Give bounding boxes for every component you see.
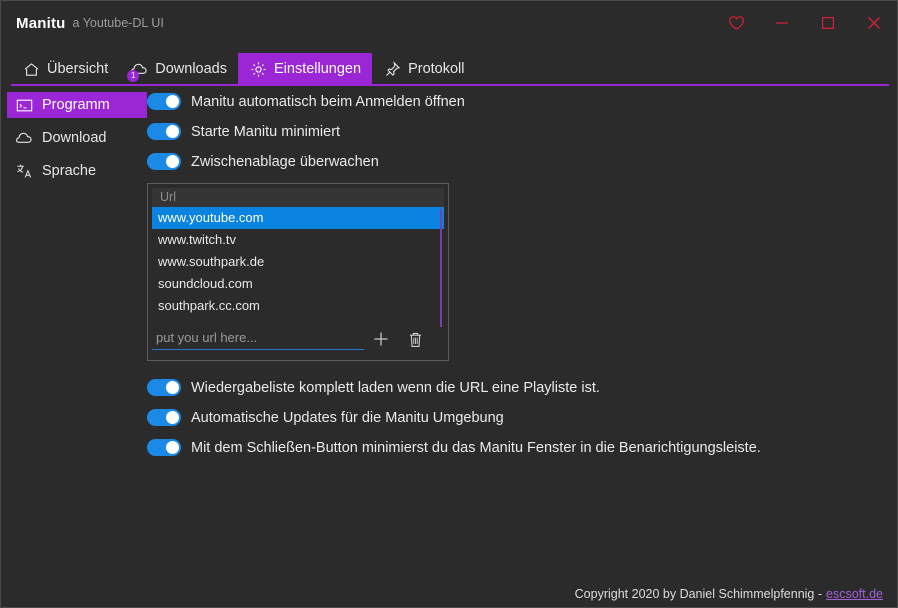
home-icon [22, 60, 40, 78]
toggle-load-playlist[interactable] [147, 379, 181, 396]
list-item[interactable]: soundcloud.com [152, 273, 444, 295]
url-list-box: Url www.youtube.com www.twitch.tv www.so… [147, 183, 449, 361]
settings-sidebar: Programm Download Sprache [7, 92, 141, 191]
sidebar-item-label: Download [42, 130, 107, 146]
cloud-icon [15, 129, 33, 147]
settings-panel: Manitu automatisch beim Anmelden öffnen … [147, 89, 889, 465]
gear-icon [249, 60, 267, 78]
sidebar-item-download[interactable]: Download [7, 125, 141, 151]
option-label: Zwischenablage überwachen [191, 154, 379, 170]
option-label: Mit dem Schließen-Button minimierst du d… [191, 440, 761, 456]
console-icon [15, 96, 33, 114]
app-subtitle: a Youtube-DL UI [73, 16, 164, 30]
option-row-load-playlist[interactable]: Wiedergabeliste komplett laden wenn die … [147, 375, 889, 400]
option-row-clipboard-watch[interactable]: Zwischenablage überwachen [147, 149, 889, 174]
toggle-autostart[interactable] [147, 93, 181, 110]
list-item[interactable]: www.youtube.com [152, 207, 444, 229]
favorite-button[interactable] [713, 1, 759, 45]
footer: Copyright 2020 by Daniel Schimmelpfennig… [575, 587, 883, 601]
translate-icon [15, 162, 33, 180]
escsoft-link[interactable]: escsoft.de [826, 587, 883, 601]
sidebar-item-programm[interactable]: Programm [7, 92, 147, 118]
close-button[interactable] [851, 1, 897, 45]
downloads-badge: 1 [127, 70, 139, 82]
tab-einstellungen[interactable]: Einstellungen [238, 53, 372, 85]
tab-downloads[interactable]: 1 Downloads [119, 53, 238, 85]
option-row-autostart[interactable]: Manitu automatisch beim Anmelden öffnen [147, 89, 889, 114]
cloud-icon: 1 [130, 60, 148, 78]
title-bar: Manitu a Youtube-DL UI [1, 1, 897, 45]
option-label: Automatische Updates für die Manitu Umge… [191, 410, 504, 426]
add-url-button[interactable] [364, 326, 398, 352]
toggle-auto-updates[interactable] [147, 409, 181, 426]
list-item[interactable]: www.twitch.tv [152, 229, 444, 251]
toggle-start-minimized[interactable] [147, 123, 181, 140]
option-label: Manitu automatisch beim Anmelden öffnen [191, 94, 465, 110]
option-label: Starte Manitu minimiert [191, 124, 340, 140]
toggle-clipboard-watch[interactable] [147, 153, 181, 170]
url-list-scrollbar[interactable] [440, 209, 442, 327]
option-row-auto-updates[interactable]: Automatische Updates für die Manitu Umge… [147, 405, 889, 430]
sidebar-item-label: Programm [42, 97, 110, 113]
tab-underline [11, 84, 889, 86]
delete-url-button[interactable] [398, 326, 432, 352]
minimize-button[interactable] [759, 1, 805, 45]
list-item[interactable]: southpark.cc.com [152, 295, 444, 317]
sidebar-item-sprache[interactable]: Sprache [7, 158, 141, 184]
toggle-close-to-tray[interactable] [147, 439, 181, 456]
tab-uebersicht[interactable]: Übersicht [11, 53, 119, 85]
maximize-button[interactable] [805, 1, 851, 45]
option-row-close-to-tray[interactable]: Mit dem Schließen-Button minimierst du d… [147, 435, 889, 460]
sidebar-item-label: Sprache [42, 163, 96, 179]
option-label: Wiedergabeliste komplett laden wenn die … [191, 380, 600, 396]
tab-label: Downloads [155, 61, 227, 77]
url-input[interactable] [152, 328, 364, 350]
app-title: Manitu [16, 15, 66, 32]
url-column-header: Url [152, 188, 444, 207]
url-list: www.youtube.com www.twitch.tv www.southp… [152, 207, 444, 317]
tab-bar: Übersicht 1 Downloads Einstellungen [1, 53, 897, 85]
pin-icon [383, 60, 401, 78]
copyright-text: Copyright 2020 by Daniel Schimmelpfennig… [575, 587, 822, 601]
tab-protokoll[interactable]: Protokoll [372, 53, 475, 85]
option-row-start-minimized[interactable]: Starte Manitu minimiert [147, 119, 889, 144]
url-input-row [152, 326, 444, 352]
list-item[interactable]: www.southpark.de [152, 251, 444, 273]
manitu-window: Manitu a Youtube-DL UI [0, 0, 898, 608]
tab-label: Übersicht [47, 61, 108, 77]
tab-label: Einstellungen [274, 61, 361, 77]
tab-label: Protokoll [408, 61, 464, 77]
window-controls [713, 1, 897, 45]
